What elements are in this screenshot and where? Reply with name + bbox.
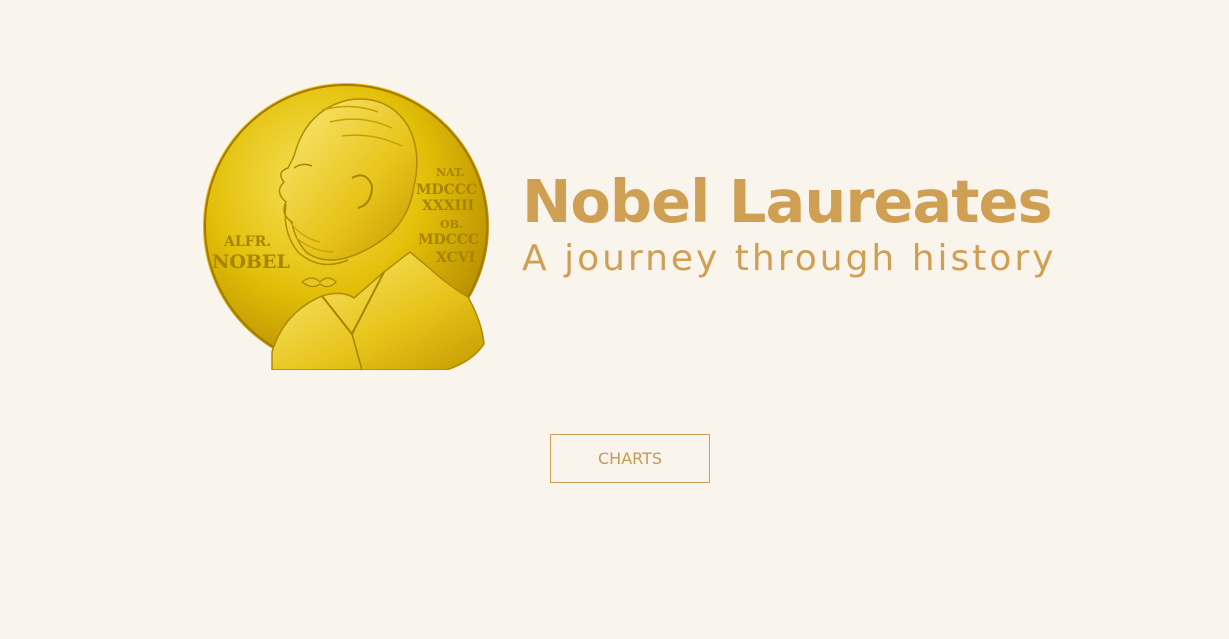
medal-inscription-right-2: MDCCC xyxy=(416,182,477,198)
page-title: Nobel Laureates xyxy=(522,167,1053,236)
medal-inscription-left-2: NOBEL xyxy=(212,251,290,273)
medal-inscription-right-5: MDCCC xyxy=(418,232,479,248)
medal-inscription-right-3: XXXIII xyxy=(422,198,474,214)
medal-inscription-right-4: OB. xyxy=(440,218,463,231)
medal-inscription-left-1: ALFR. xyxy=(223,234,271,250)
page-subtitle: A journey through history xyxy=(522,238,1057,279)
title-block: Nobel Laureates A journey through histor… xyxy=(522,166,1057,280)
hero-section: ALFR. NOBEL NAT. MDCCC XXXIII OB. MDCCC … xyxy=(202,82,1082,372)
charts-button[interactable]: CHARTS xyxy=(550,434,710,483)
medal-inscription-right-1: NAT. xyxy=(436,166,465,179)
medal-inscription-right-6: XCVI xyxy=(436,250,475,266)
nobel-medal-icon: ALFR. NOBEL NAT. MDCCC XXXIII OB. MDCCC … xyxy=(202,82,490,370)
